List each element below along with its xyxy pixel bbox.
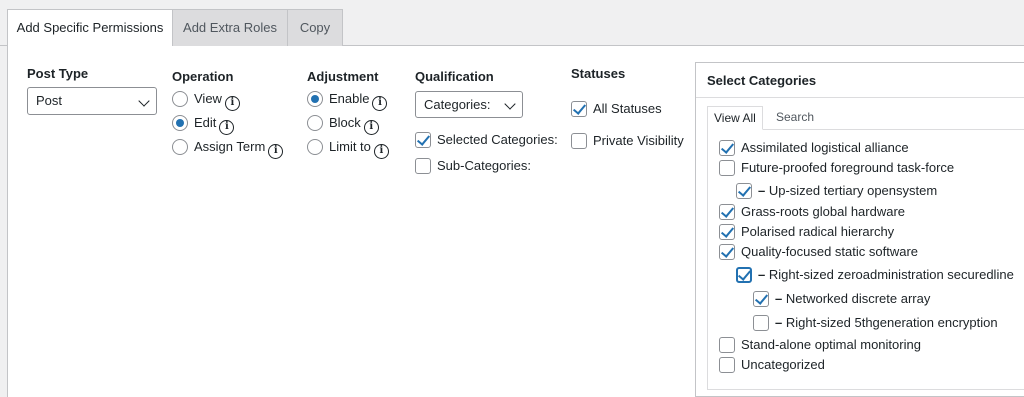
option-label: Sub-Categories:	[437, 158, 531, 173]
category-label: Stand-alone optimal monitoring	[741, 337, 921, 352]
qualification-heading: Qualification	[415, 69, 494, 84]
hierarchy-dash: –	[758, 267, 769, 282]
hierarchy-dash: –	[775, 291, 786, 306]
tab-search[interactable]: Search	[770, 106, 820, 130]
category-label: Right-sized zeroadministration securedli…	[768, 267, 1014, 282]
option-label: View	[194, 91, 222, 106]
hierarchy-dash: –	[775, 315, 786, 330]
category-label: Up-sized tertiary opensystem	[768, 183, 938, 198]
divider	[707, 389, 1024, 390]
checkbox-checked[interactable]	[736, 267, 752, 283]
info-icon[interactable]: i	[219, 120, 235, 135]
operation-heading: Operation	[172, 69, 234, 84]
category-label: Grass-roots global hardware	[741, 204, 906, 219]
qualification-selected-value: Categories:	[424, 97, 491, 112]
category-label: Future-proofed foreground task-force	[741, 160, 955, 175]
chevron-down-icon	[504, 98, 516, 110]
tab-view-all[interactable]: View All	[707, 106, 763, 130]
checkbox-checked[interactable]	[719, 224, 735, 240]
info-icon[interactable]: i	[373, 144, 389, 159]
post-type-heading: Post Type	[27, 66, 89, 81]
checkbox[interactable]	[719, 357, 735, 373]
category-label: Uncategorized	[741, 357, 825, 372]
info-icon[interactable]: i	[268, 144, 284, 159]
category-label: Right-sized 5thgeneration encryption	[785, 315, 998, 330]
radio-button[interactable]	[172, 91, 188, 107]
radio-button[interactable]	[307, 139, 323, 155]
permission-tabs: Add Specific Permissions Add Extra Roles…	[0, 0, 1024, 47]
category-checklist: Assimilated logistical alliance Future-p…	[707, 129, 1024, 389]
tab-add-extra-roles[interactable]: Add Extra Roles	[172, 9, 288, 46]
radio-button-selected[interactable]	[307, 91, 323, 107]
checkbox-checked[interactable]	[736, 183, 752, 199]
option-label: Assign Term	[194, 139, 266, 154]
checkbox-checked[interactable]	[753, 291, 769, 307]
checkbox-checked[interactable]	[719, 204, 735, 220]
category-label: Quality-focused static software	[741, 244, 919, 259]
checkbox-checked[interactable]	[571, 101, 587, 117]
hierarchy-dash: –	[758, 183, 769, 198]
tab-copy[interactable]: Copy	[287, 9, 343, 46]
checkbox[interactable]	[753, 315, 769, 331]
option-label: Selected Categories:	[437, 132, 558, 147]
checkbox-checked[interactable]	[719, 244, 735, 260]
qualification-select[interactable]: Categories:	[415, 91, 523, 118]
checkbox-checked[interactable]	[415, 132, 431, 148]
checkbox[interactable]	[571, 133, 587, 149]
chevron-down-icon	[138, 95, 150, 107]
option-label: Edit	[194, 115, 217, 130]
tab-add-specific-permissions[interactable]: Add Specific Permissions	[7, 9, 173, 47]
adjustment-heading: Adjustment	[307, 69, 379, 84]
info-icon[interactable]: i	[372, 96, 388, 111]
checkbox[interactable]	[415, 158, 431, 174]
info-icon[interactable]: i	[363, 120, 379, 135]
category-label: Polarised radical hierarchy	[741, 224, 895, 239]
option-label: All Statuses	[593, 101, 662, 116]
statuses-heading: Statuses	[571, 66, 626, 81]
post-type-selected-value: Post	[36, 93, 63, 108]
radio-button[interactable]	[307, 115, 323, 131]
post-type-select[interactable]: Post	[27, 87, 157, 115]
checkbox-checked[interactable]	[719, 140, 735, 156]
checkbox[interactable]	[719, 337, 735, 353]
select-categories-title: Select Categories	[707, 73, 817, 88]
option-label: Limit to	[329, 139, 371, 154]
select-categories-box: Select Categories View All Search Assimi…	[695, 62, 1024, 397]
option-label: Private Visibility	[593, 133, 684, 148]
info-icon[interactable]: i	[224, 96, 240, 111]
divider	[696, 97, 1024, 98]
radio-button-selected[interactable]	[172, 115, 188, 131]
option-label: Enable	[329, 91, 370, 106]
category-label: Networked discrete array	[785, 291, 931, 306]
category-label: Assimilated logistical alliance	[741, 140, 909, 155]
radio-button[interactable]	[172, 139, 188, 155]
option-label: Block	[329, 115, 361, 130]
checkbox[interactable]	[719, 160, 735, 176]
